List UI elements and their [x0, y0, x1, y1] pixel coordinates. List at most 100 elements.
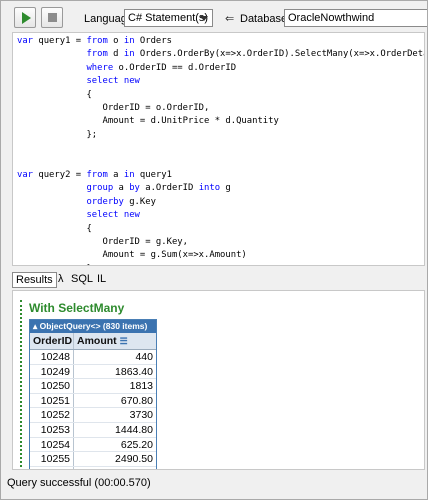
stop-button[interactable]	[41, 7, 63, 28]
run-button[interactable]	[14, 7, 36, 28]
code-line: var query1 = from o in Orders	[17, 36, 172, 46]
code-line: };	[17, 264, 97, 265]
cell-amount: 2490.50	[115, 453, 153, 466]
result-heading: With SelectMany	[29, 301, 125, 315]
cell-orderid: 10248	[30, 350, 74, 364]
code-text: o	[107, 36, 124, 46]
code-keyword: in	[123, 170, 135, 180]
code-text: Amount = d.UnitPrice * d.Quantity	[17, 116, 279, 127]
code-keyword: var	[17, 170, 34, 180]
column-header-amount-label: Amount	[77, 335, 117, 347]
code-keyword: by	[129, 183, 140, 194]
toolbar: Language C# Statement(s) ⇐ Database Orac…	[3, 3, 427, 31]
column-header-amount[interactable]: Amount ☰	[74, 333, 156, 349]
cell-amount: 3730	[129, 409, 153, 422]
table-row: 10249 1863.40	[30, 364, 156, 380]
code-text: g	[220, 183, 231, 194]
grid-caption[interactable]: ▴ ObjectQuery<> (830 items)	[30, 320, 156, 333]
code-keyword: where	[86, 62, 114, 73]
output-tabs: Results λ SQL IL	[12, 271, 425, 289]
code-text: {	[17, 89, 92, 100]
status-text: Query successful (00:00.570)	[7, 477, 151, 489]
table-row: 10252 3730	[30, 408, 156, 423]
database-select[interactable]: OracleNowthwind	[284, 9, 427, 27]
chart-toggle-icon[interactable]: ☰	[120, 336, 128, 346]
code-editor[interactable]: var query1 = from o in Orders from d in …	[12, 32, 425, 266]
cell-amount: 1863.40	[115, 365, 153, 378]
code-keyword: from	[86, 170, 108, 180]
code-text: Amount = g.Sum(x=>x.Amount)	[17, 250, 247, 261]
code-text: Orders.OrderBy(x=>x.OrderID).SelectMany(…	[134, 49, 425, 60]
code-line: OrderID = o.OrderID,	[17, 103, 209, 113]
table-row: 10248 440	[30, 350, 156, 365]
code-keyword: in	[123, 49, 135, 60]
column-header-orderid[interactable]: OrderID	[30, 333, 74, 349]
language-value: C# Statement(s)	[128, 12, 209, 24]
table-row: 10254 625.20	[30, 437, 156, 453]
code-line: group a by a.OrderID into g	[17, 183, 231, 194]
database-connection-icon: ⇐	[225, 13, 235, 25]
language-select[interactable]: C# Statement(s)	[124, 9, 213, 27]
code-keyword: var	[17, 36, 34, 46]
tab-il[interactable]: IL	[94, 272, 109, 288]
code-text: query1	[134, 170, 172, 180]
code-line: select new	[17, 76, 140, 87]
code-text: };	[17, 129, 98, 140]
status-bar: Query successful (00:00.570)	[3, 472, 425, 498]
code-text: Orders	[134, 36, 172, 46]
result-grid: ▴ ObjectQuery<> (830 items) OrderID Amou…	[29, 319, 157, 469]
code-line: Amount = g.Sum(x=>x.Amount)	[17, 250, 247, 261]
code-line: from d in Orders.OrderBy(x=>x.OrderID).S…	[17, 49, 425, 60]
tab-sql[interactable]: SQL	[68, 272, 96, 288]
table-row: 10253 1444.80	[30, 422, 156, 438]
code-keyword: from	[86, 36, 108, 46]
cell-amount: 670.80	[120, 394, 153, 407]
code-text: };	[17, 264, 97, 265]
code-keyword: group	[86, 183, 114, 194]
cell-orderid: 10254	[30, 437, 74, 452]
code-line: Amount = d.UnitPrice * d.Quantity	[17, 116, 279, 127]
code-text: OrderID = o.OrderID,	[17, 103, 210, 113]
code-line: {	[17, 89, 92, 100]
code-text: a.OrderID	[139, 183, 199, 194]
code-keyword: in	[123, 36, 135, 46]
code-line: var query2 = from a in query1	[17, 170, 172, 180]
code-text: g.Key	[123, 196, 156, 207]
tab-lambda[interactable]: λ	[55, 272, 67, 288]
stop-icon	[48, 13, 57, 22]
cell-orderid: 10253	[30, 422, 74, 437]
chevron-down-icon	[200, 16, 208, 21]
grid-header: OrderID Amount ☰	[30, 333, 156, 350]
table-row: 10251 670.80	[30, 393, 156, 409]
play-icon	[22, 12, 31, 24]
database-label: Database	[240, 13, 288, 25]
code-text: a	[113, 183, 130, 194]
code-line: {	[17, 223, 92, 234]
table-row: 10250 1813	[30, 379, 156, 394]
code-keyword: from	[86, 49, 108, 60]
cell-orderid: 10251	[30, 393, 74, 408]
code-text: a	[107, 170, 124, 180]
results-pane[interactable]: With SelectMany ▴ ObjectQuery<> (830 ite…	[12, 290, 425, 470]
code-keyword: select new	[86, 210, 140, 221]
database-value: OracleNowthwind	[288, 12, 375, 24]
cell-amount: 517.80	[74, 467, 156, 469]
code-keyword: into	[198, 183, 221, 194]
code-text: {	[17, 223, 92, 234]
code-line: };	[17, 130, 97, 140]
code-keyword: orderby	[86, 196, 124, 207]
code-line: select new	[17, 210, 140, 221]
cell-orderid: 10252	[30, 408, 74, 422]
tab-results[interactable]: Results	[12, 272, 57, 288]
cell-amount: 1813	[129, 380, 153, 393]
code-text: o.OrderID == d.OrderID	[113, 62, 237, 73]
cell-orderid: 10256	[30, 466, 74, 469]
cell-amount: 1444.80	[115, 423, 153, 436]
code-line: orderby g.Key	[17, 196, 156, 207]
code-keyword: select new	[86, 76, 140, 87]
